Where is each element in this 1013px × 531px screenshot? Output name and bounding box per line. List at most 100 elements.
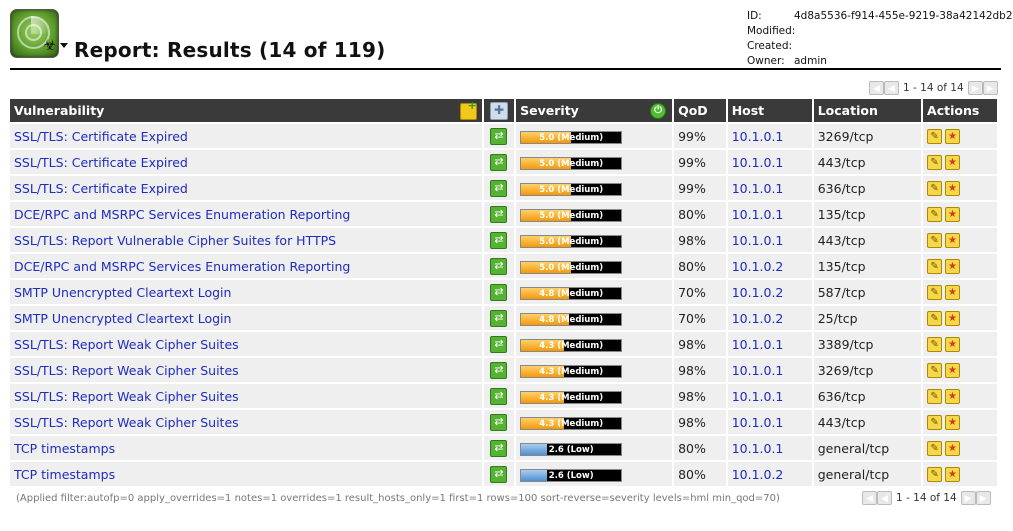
override-arrow-icon[interactable]: ⇄	[490, 231, 508, 249]
add-note-icon[interactable]	[927, 207, 943, 222]
override-arrow-icon[interactable]: ⇄	[490, 309, 508, 327]
add-override-icon[interactable]	[945, 181, 961, 196]
host-link[interactable]: 10.1.0.1	[727, 228, 812, 252]
host-link[interactable]: 10.1.0.1	[727, 384, 812, 408]
previous-page-button[interactable]: ◀	[884, 81, 899, 95]
vulnerability-link[interactable]: TCP timestamps	[10, 436, 482, 460]
vulnerability-link[interactable]: DCE/RPC and MSRPC Services Enumeration R…	[10, 202, 482, 226]
add-override-icon[interactable]	[945, 129, 961, 144]
host-link[interactable]: 10.1.0.1	[727, 124, 812, 148]
add-override-icon[interactable]	[945, 363, 961, 378]
add-override-icon[interactable]	[945, 207, 961, 222]
column-header-vulnerability[interactable]: Vulnerability	[10, 99, 482, 122]
override-arrow-icon[interactable]: ⇄	[490, 283, 508, 301]
column-header-severity[interactable]: Severity ⏻	[516, 99, 673, 122]
previous-page-button[interactable]: ◀	[877, 491, 892, 505]
vulnerability-link[interactable]: SSL/TLS: Report Weak Cipher Suites	[10, 384, 482, 408]
host-link[interactable]: 10.1.0.2	[727, 254, 812, 278]
add-override-icon[interactable]	[945, 441, 961, 456]
add-note-icon[interactable]	[927, 181, 943, 196]
override-arrow-icon[interactable]: ⇄	[490, 465, 508, 483]
vulnerability-link[interactable]: SSL/TLS: Certificate Expired	[10, 124, 482, 148]
add-override-icon[interactable]	[945, 259, 961, 274]
add-note-icon[interactable]	[927, 441, 943, 456]
add-override-icon[interactable]	[945, 155, 961, 170]
severity-bar: 5.0 (Medium)	[520, 208, 623, 222]
host-link[interactable]: 10.1.0.1	[727, 358, 812, 382]
host-link[interactable]: 10.1.0.1	[727, 176, 812, 200]
host-link[interactable]: 10.1.0.2	[727, 306, 812, 330]
add-override-icon[interactable]	[945, 285, 961, 300]
host-link[interactable]: 10.1.0.1	[727, 202, 812, 226]
page-title-count: (14 of 119)	[259, 38, 386, 62]
add-note-icon[interactable]	[927, 129, 943, 144]
vulnerability-link[interactable]: DCE/RPC and MSRPC Services Enumeration R…	[10, 254, 482, 278]
add-note-icon[interactable]	[927, 467, 943, 482]
power-icon[interactable]: ⏻	[650, 103, 667, 119]
add-override-icon[interactable]	[945, 337, 961, 352]
add-override-icon[interactable]	[945, 311, 961, 326]
vulnerability-link[interactable]: SSL/TLS: Report Weak Cipher Suites	[10, 332, 482, 356]
add-note-icon[interactable]	[927, 285, 943, 300]
override-arrow-icon[interactable]: ⇄	[490, 153, 508, 171]
vulnerability-link[interactable]: SMTP Unencrypted Cleartext Login	[10, 306, 482, 330]
override-arrow-icon[interactable]: ⇄	[490, 413, 508, 431]
host-link[interactable]: 10.1.0.2	[727, 462, 812, 486]
first-page-button[interactable]: ◀	[869, 81, 884, 95]
add-note-icon[interactable]	[927, 259, 943, 274]
host-link[interactable]: 10.1.0.1	[727, 150, 812, 174]
severity-label: 5.0 (Medium)	[539, 262, 604, 273]
vulnerability-link[interactable]: TCP timestamps	[10, 462, 482, 486]
vulnerability-link[interactable]: SMTP Unencrypted Cleartext Login	[10, 280, 482, 304]
severity-label: 5.0 (Medium)	[539, 236, 604, 247]
override-arrow-icon[interactable]: ⇄	[490, 335, 508, 353]
add-override-icon[interactable]	[945, 389, 961, 404]
pager-text: 1 - 14 of 14	[896, 492, 957, 504]
meta-value: 4d8a5536-f914-455e-9219-38a42142db2e	[794, 10, 1013, 22]
actions-cell	[923, 384, 997, 408]
column-label: Location	[817, 103, 878, 118]
add-note-icon[interactable]	[927, 415, 943, 430]
vulnerability-link[interactable]: SSL/TLS: Report Vulnerable Cipher Suites…	[10, 228, 482, 252]
vulnerability-link[interactable]: SSL/TLS: Report Weak Cipher Suites	[10, 358, 482, 382]
column-header-host[interactable]: Host	[727, 99, 812, 122]
add-override-icon[interactable]	[945, 415, 961, 430]
override-arrow-icon[interactable]: ⇄	[490, 179, 508, 197]
qod-cell: 98%	[674, 228, 726, 252]
host-link[interactable]: 10.1.0.2	[727, 280, 812, 304]
override-arrow-icon[interactable]: ⇄	[490, 257, 508, 275]
vulnerability-link[interactable]: SSL/TLS: Certificate Expired	[10, 176, 482, 200]
add-override-icon[interactable]	[945, 233, 961, 248]
override-arrow-icon[interactable]: ⇄	[490, 127, 508, 145]
override-cell: ⇄	[483, 358, 515, 382]
host-link[interactable]: 10.1.0.1	[727, 332, 812, 356]
add-note-icon[interactable]	[927, 363, 943, 378]
actions-cell	[923, 306, 997, 330]
last-page-button[interactable]: ▶	[975, 491, 991, 505]
override-arrow-icon[interactable]: ⇄	[490, 205, 508, 223]
host-link[interactable]: 10.1.0.1	[727, 410, 812, 434]
next-page-button[interactable]: ▶	[960, 491, 976, 505]
last-page-button[interactable]: ▶	[982, 81, 998, 95]
location-cell: 135/tcp	[813, 202, 922, 226]
next-page-button[interactable]: ▶	[967, 81, 983, 95]
column-header-qod[interactable]: QoD	[674, 99, 726, 122]
add-note-icon[interactable]	[927, 389, 943, 404]
page-title: Report: Results (14 of 119)	[74, 38, 385, 62]
vulnerability-link[interactable]: SSL/TLS: Certificate Expired	[10, 150, 482, 174]
add-note-icon[interactable]	[927, 155, 943, 170]
override-arrow-icon[interactable]: ⇄	[490, 361, 508, 379]
first-page-button[interactable]: ◀	[862, 491, 877, 505]
add-note-icon[interactable]	[927, 233, 943, 248]
override-arrow-icon[interactable]: ⇄	[490, 387, 508, 405]
add-override-icon[interactable]	[945, 467, 961, 482]
vulnerability-link[interactable]: SSL/TLS: Report Weak Cipher Suites	[10, 410, 482, 434]
add-note-icon[interactable]	[927, 337, 943, 352]
chevron-down-icon[interactable]	[60, 43, 68, 48]
radar-logo-icon[interactable]: ☣	[10, 9, 59, 58]
column-header-location[interactable]: Location	[813, 99, 922, 122]
host-link[interactable]: 10.1.0.1	[727, 436, 812, 460]
override-arrow-icon[interactable]: ⇄	[490, 439, 508, 457]
add-filter-icon[interactable]	[459, 99, 477, 120]
add-note-icon[interactable]	[927, 311, 943, 326]
